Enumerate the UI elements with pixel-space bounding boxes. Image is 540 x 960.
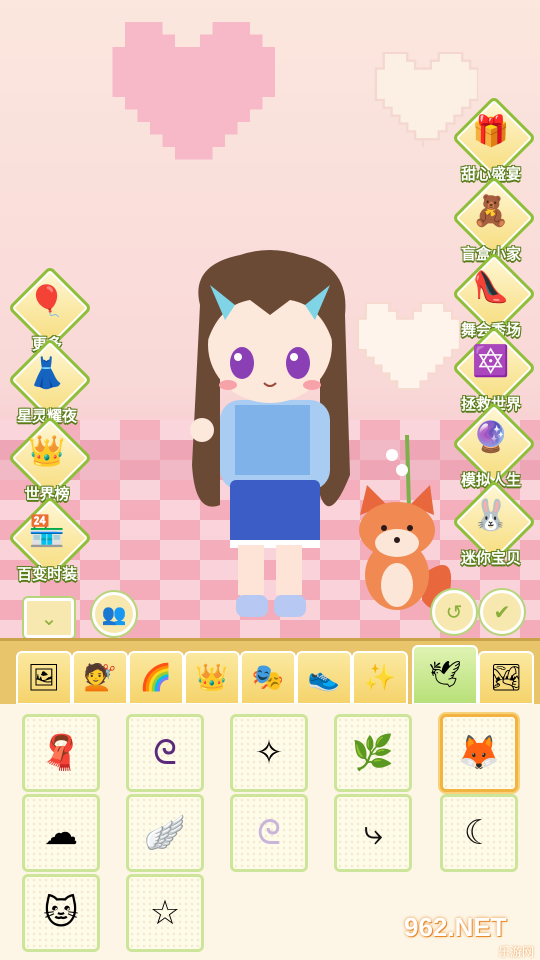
- fox-icon: 🦊: [457, 733, 501, 773]
- high-heel-icon: 👠: [472, 270, 510, 305]
- side-btn-blind-box[interactable]: 🧸 盲盒小家: [448, 175, 537, 264]
- cat-ring-icon: 🐱: [43, 893, 79, 933]
- watermark-sub: 乐游网: [497, 945, 534, 959]
- tab-hair-color[interactable]: 🌈: [128, 651, 184, 705]
- shoe-icon: 👟: [307, 663, 341, 693]
- tail-icon: ᘓ: [153, 733, 177, 773]
- collapse-button[interactable]: ⌄: [24, 598, 74, 638]
- item-lily-vine[interactable]: 🌿: [334, 714, 412, 792]
- mask-icon: 🎭: [251, 663, 285, 693]
- tab-mask[interactable]: 🎭: [240, 651, 296, 705]
- people-icon: 👥: [101, 602, 127, 626]
- side-btn-label: 迷你宝贝: [460, 549, 521, 567]
- check-icon: ✔: [493, 600, 511, 624]
- chibi-character: [190, 250, 350, 617]
- tail-icon: ⤷: [363, 813, 383, 853]
- frame-icon: 🖼: [27, 663, 61, 693]
- undo-button[interactable]: ↺: [432, 590, 476, 634]
- category-tab-bar: 🖼 💇 🌈 👑 🎭 👟 ✨ 🕊 🏞: [0, 638, 540, 707]
- watermark: 962.NET 乐游网: [404, 912, 534, 959]
- balloons-icon: 🎈: [28, 284, 66, 319]
- item-purple-tail[interactable]: ᘓ: [126, 714, 204, 792]
- vine-icon: 🌿: [351, 733, 395, 773]
- undo-icon: ↺: [445, 600, 463, 624]
- friends-button[interactable]: 👥: [92, 592, 136, 636]
- item-black-scythe[interactable]: ☾: [440, 794, 518, 872]
- item-clouds[interactable]: ☁: [22, 794, 100, 872]
- tab-wand[interactable]: ✨: [352, 651, 408, 705]
- item-panel: 🧣 ᘓ ✧ 🌿 🦊 ☁ 🪽 ᘓ ⤷ ☾ 🐱 ☆ 962.NET 乐游网: [0, 704, 540, 960]
- scythe-icon: ☾: [463, 813, 495, 853]
- dress-icon: 👗: [28, 356, 66, 391]
- watermark-brand: 962.NET: [404, 912, 507, 942]
- side-btn-starlight-night[interactable]: 👗 星灵耀夜: [4, 337, 93, 426]
- crown-icon: 👑: [195, 663, 229, 693]
- wings-icon: 🕊: [428, 660, 462, 690]
- tab-crown[interactable]: 👑: [184, 651, 240, 705]
- item-white-tail[interactable]: ᘓ: [230, 794, 308, 872]
- magic-circle-icon: 🔯: [472, 344, 510, 379]
- item-fox-pet[interactable]: 🦊: [440, 714, 518, 792]
- tab-scene[interactable]: 🏞: [478, 651, 534, 705]
- crown-icon: 👑: [28, 434, 66, 469]
- scene: 🎈 更多 👗 星灵耀夜 👑 世界榜 🏪 百变时装 🎁 甜心盛宴 🧸 盲盒小家 👠…: [0, 0, 540, 640]
- gift-box-icon: 🎁: [472, 114, 510, 149]
- side-btn-label: 百变时装: [16, 565, 77, 583]
- fox-pet: [359, 434, 452, 610]
- hair-color-icon: 🌈: [139, 663, 173, 693]
- tail-icon: ᘓ: [257, 813, 281, 853]
- bunny-cake-icon: 🐰: [472, 498, 510, 533]
- blind-box-icon: 🧸: [472, 194, 510, 229]
- wings-icon: 🪽: [143, 813, 187, 853]
- side-btn-mini-baby[interactable]: 🐰 迷你宝贝: [448, 479, 537, 568]
- pixel-heart-outline-mid: [356, 302, 460, 398]
- picture-icon: 🏞: [489, 663, 523, 693]
- pixel-heart-pink: [112, 22, 275, 172]
- item-scarf[interactable]: 🧣: [22, 714, 100, 792]
- crystal-ball-icon: 🔮: [472, 420, 510, 455]
- item-black-tail[interactable]: ⤷: [334, 794, 412, 872]
- sketch-icon: ☆: [149, 893, 181, 933]
- cloud-icon: ☁: [44, 813, 78, 853]
- tab-background[interactable]: 🖼: [16, 651, 72, 705]
- shop-icon: 🏪: [28, 514, 66, 549]
- item-white-sparkles[interactable]: ✧: [230, 714, 308, 792]
- item-white-wings[interactable]: 🪽: [126, 794, 204, 872]
- tab-wings[interactable]: 🕊: [412, 645, 478, 705]
- side-btn-sweet-feast[interactable]: 🎁 甜心盛宴: [448, 95, 537, 184]
- item-sketch-stars[interactable]: ☆: [126, 874, 204, 952]
- tab-shoes[interactable]: 👟: [296, 651, 352, 705]
- chevron-down-icon: ⌄: [40, 606, 58, 630]
- hair-icon: 💇: [83, 663, 117, 693]
- sparkle-icon: ✧: [254, 733, 284, 773]
- tab-hair-back[interactable]: 💇: [72, 651, 128, 705]
- scarf-icon: 🧣: [39, 733, 83, 773]
- item-cat-ring[interactable]: 🐱: [22, 874, 100, 952]
- wand-icon: ✨: [363, 663, 397, 693]
- side-btn-life-sim[interactable]: 🔮 模拟人生: [448, 401, 537, 490]
- side-btn-fashion-shop[interactable]: 🏪 百变时装: [4, 495, 93, 584]
- side-btn-save-world[interactable]: 🔯 拯救世界: [448, 325, 537, 414]
- side-btn-world-ranking[interactable]: 👑 世界榜: [4, 415, 93, 504]
- confirm-button[interactable]: ✔: [480, 590, 524, 634]
